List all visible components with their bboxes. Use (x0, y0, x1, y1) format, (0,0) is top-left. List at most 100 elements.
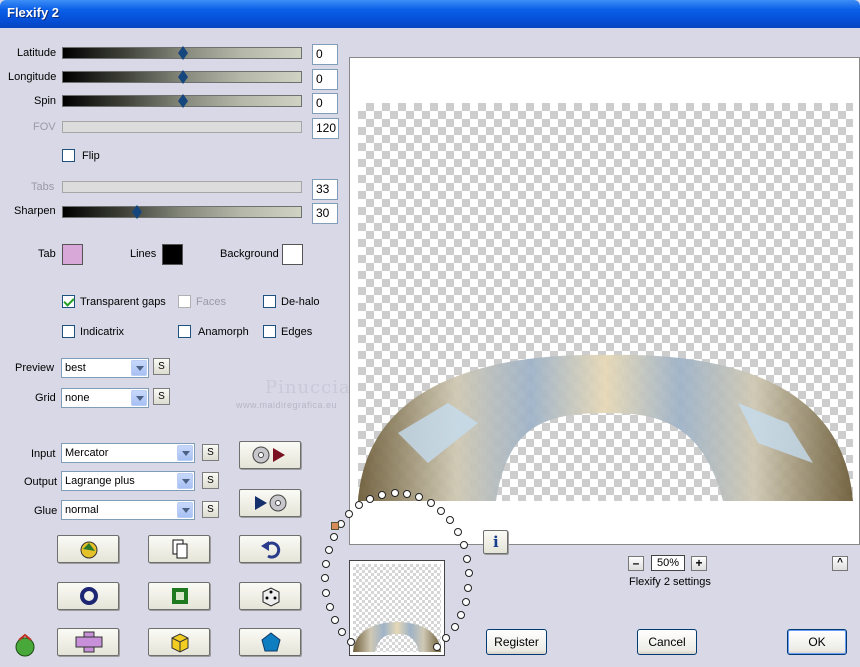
dial-dot[interactable] (432, 643, 441, 652)
dial-dot[interactable] (321, 574, 329, 583)
spin-input[interactable]: 0 (312, 93, 338, 114)
dial-handle[interactable] (331, 522, 339, 530)
dial-dot[interactable] (459, 540, 468, 549)
cube-button[interactable] (148, 628, 210, 656)
background-color-swatch[interactable] (282, 244, 303, 265)
dial-dot[interactable] (331, 615, 340, 624)
dehalo-label: De-halo (281, 296, 320, 308)
tabs-input[interactable]: 33 (312, 179, 338, 200)
chevron-down-icon[interactable] (177, 473, 193, 489)
frame-button[interactable] (148, 582, 210, 610)
input-select[interactable]: Mercator (61, 443, 195, 463)
dial-dot[interactable] (338, 627, 347, 636)
dial-dot[interactable] (464, 569, 473, 578)
dial-dot[interactable] (321, 559, 330, 568)
collapse-button[interactable]: ^ (832, 556, 848, 571)
navigator-thumbnail[interactable] (349, 560, 445, 656)
spin-slider[interactable] (62, 94, 302, 108)
dial-dot[interactable] (453, 527, 462, 536)
copy-button[interactable] (148, 535, 210, 563)
latitude-slider[interactable] (62, 46, 302, 60)
preview-select[interactable]: best (61, 358, 149, 378)
grid-s-button[interactable]: S (153, 388, 170, 405)
chevron-down-icon[interactable] (177, 502, 193, 518)
pentagon-button[interactable] (239, 628, 301, 656)
chevron-down-icon[interactable] (177, 445, 193, 461)
dial-dot[interactable] (426, 498, 435, 507)
spin-slider-thumb[interactable] (178, 94, 188, 108)
dial-dot[interactable] (457, 611, 466, 620)
chevron-down-icon[interactable] (131, 390, 147, 406)
cancel-button[interactable]: Cancel (637, 629, 697, 655)
transparent-gaps-checkbox[interactable] (62, 295, 75, 308)
tabs-slider[interactable] (62, 181, 302, 193)
flip-checkbox[interactable] (62, 149, 75, 162)
grid-label: Grid (35, 392, 56, 404)
preview-s-button[interactable]: S (153, 358, 170, 375)
randomize-all-button[interactable] (57, 535, 119, 563)
dial-dot[interactable] (325, 602, 334, 611)
dial-dot[interactable] (390, 489, 399, 498)
grid-select-value: none (65, 392, 90, 404)
indicatrix-checkbox[interactable] (62, 325, 75, 338)
glue-s-button[interactable]: S (202, 501, 219, 518)
edges-checkbox[interactable] (263, 325, 276, 338)
random-button[interactable] (239, 582, 301, 610)
zoom-out-button[interactable]: – (628, 556, 644, 571)
fov-input[interactable]: 120 (312, 118, 339, 139)
info-button[interactable]: i (483, 530, 508, 554)
output-select[interactable]: Lagrange plus (61, 471, 195, 491)
sharpen-slider-thumb[interactable] (132, 205, 142, 219)
dial-dot[interactable] (403, 489, 412, 498)
faces-checkbox[interactable] (178, 295, 191, 308)
output-s-button[interactable]: S (202, 472, 219, 489)
reset-button[interactable] (57, 582, 119, 610)
latitude-slider-thumb[interactable] (178, 46, 188, 60)
dial-dot[interactable] (463, 554, 472, 563)
sharpen-input[interactable]: 30 (312, 203, 338, 224)
longitude-slider[interactable] (62, 70, 302, 84)
tab-color-swatch[interactable] (62, 244, 83, 265)
input-s-button[interactable]: S (202, 444, 219, 461)
latitude-input[interactable]: 0 (312, 44, 338, 65)
tile-button[interactable] (57, 628, 119, 656)
dial-dot[interactable] (322, 588, 331, 597)
chevron-down-icon[interactable] (131, 360, 147, 376)
register-button[interactable]: Register (486, 629, 547, 655)
tabs-label: Tabs (31, 181, 55, 193)
spin-label: Spin (34, 95, 57, 107)
dial-dot[interactable] (464, 583, 473, 592)
sharpen-slider[interactable] (62, 205, 302, 219)
edges-label: Edges (281, 326, 313, 338)
glue-select[interactable]: normal (61, 500, 195, 520)
dial-dot[interactable] (329, 532, 338, 541)
dial-dot[interactable] (450, 623, 459, 632)
ok-button[interactable]: OK (787, 629, 847, 655)
cross-pieces-icon (75, 631, 103, 653)
preview-panel[interactable] (349, 57, 860, 545)
info-icon: i (493, 533, 499, 551)
dial-dot[interactable] (461, 597, 470, 606)
load-preset-button[interactable] (239, 441, 301, 469)
save-preset-button[interactable] (239, 489, 301, 517)
zoom-in-button[interactable]: + (691, 556, 707, 571)
fov-slider[interactable] (62, 121, 302, 133)
input-select-value: Mercator (65, 447, 109, 459)
dehalo-checkbox[interactable] (263, 295, 276, 308)
longitude-slider-thumb[interactable] (178, 70, 188, 84)
preview-canvas[interactable] (358, 103, 853, 501)
indicatrix-label: Indicatrix (80, 326, 125, 338)
dial-dot[interactable] (437, 506, 446, 515)
dial-dot[interactable] (347, 637, 356, 646)
flip-label: Flip (82, 150, 100, 162)
lines-color-swatch[interactable] (162, 244, 183, 265)
green-square-icon (172, 588, 188, 604)
grid-select[interactable]: none (61, 388, 149, 408)
anamorph-checkbox[interactable] (178, 325, 191, 338)
dial-dot[interactable] (442, 634, 451, 643)
disc-play-icon (252, 446, 285, 464)
status-text: Flexify 2 settings (629, 576, 711, 588)
undo-button[interactable] (239, 535, 301, 563)
longitude-input[interactable]: 0 (312, 69, 338, 90)
dial-dot[interactable] (324, 545, 333, 554)
